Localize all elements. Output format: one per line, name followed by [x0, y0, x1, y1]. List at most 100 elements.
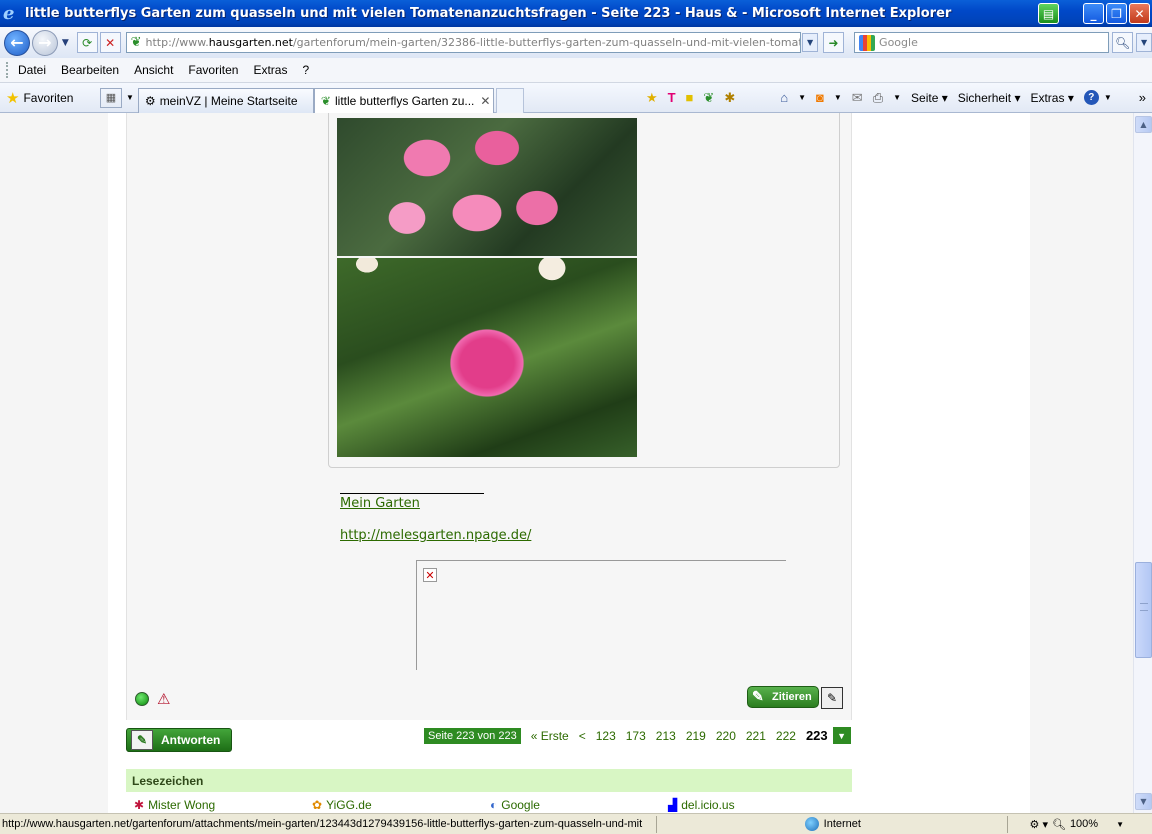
protected-mode-icon[interactable]: ⚙ ▾ [1030, 818, 1048, 831]
yigg-icon: ✿ [312, 798, 323, 812]
toolbar-extra-icon[interactable]: ▤ [1038, 3, 1059, 24]
current-page: 223 [805, 728, 828, 743]
search-button[interactable]: 🔍︎ [1112, 32, 1134, 53]
close-tab-icon[interactable]: ✕ [474, 94, 490, 108]
bookmark-mister-wong[interactable]: ✱ Mister Wong [134, 798, 215, 812]
status-bar: http://www.hausgarten.net/gartenforum/at… [0, 813, 1152, 834]
attachment-image-hydrangea[interactable] [337, 258, 637, 457]
address-bar[interactable]: ❦ http://www.hausgarten.net/gartenforum/… [125, 32, 802, 53]
reply-button[interactable]: ✎ Antworten [126, 728, 232, 752]
print-dropdown-icon[interactable]: ▼ [893, 93, 901, 102]
maximize-button[interactable]: ❐ [1106, 3, 1127, 24]
attachment-image-oleander[interactable] [337, 118, 637, 256]
rss-dropdown-icon[interactable]: ▼ [834, 93, 842, 102]
bee-icon[interactable]: ✱ [724, 90, 735, 106]
rss-icon[interactable]: ◙ [816, 90, 824, 105]
zoom-control[interactable]: 🔍︎ 100% ▼ [1052, 818, 1124, 831]
globe-icon [804, 817, 819, 831]
page-prev-link[interactable]: < [579, 729, 586, 743]
gear-icon: ⚙ [144, 93, 156, 108]
signature-link-homepage[interactable]: http://melesgarten.npage.de/ [340, 528, 531, 543]
stop-button[interactable]: ✕ [99, 32, 121, 53]
page-link-219[interactable]: 219 [686, 729, 706, 743]
seite-menu[interactable]: Seite ▾ [911, 91, 948, 105]
attachment-box [328, 113, 840, 468]
title-bar: e little butterflys Garten zum quasseln … [0, 0, 1152, 27]
minimize-button[interactable]: _ [1083, 3, 1104, 24]
help-dropdown-icon[interactable]: ▼ [1104, 93, 1112, 102]
menu-extras[interactable]: Extras [253, 63, 287, 77]
history-dropdown-icon[interactable]: ▼ [62, 38, 69, 48]
search-input[interactable]: Google [854, 32, 1110, 53]
bookmarks-list: ✱ Mister Wong ✿ YiGG.de ◐ Google ▟ del.i… [126, 792, 852, 813]
help-icon[interactable]: ? [1083, 90, 1099, 105]
menu-datei[interactable]: Datei [18, 63, 46, 77]
menu-ansicht[interactable]: Ansicht [134, 63, 173, 77]
extras-menu[interactable]: Extras ▾ [1030, 91, 1073, 105]
go-button[interactable]: ➜ [823, 32, 845, 53]
scroll-thumb[interactable] [1135, 562, 1152, 658]
bookmark-google[interactable]: ◐ Google [490, 798, 540, 812]
post-footer: ⚠ ✎ Zitieren ✎ [127, 680, 853, 720]
quick-tabs-icon[interactable]: ▦ [100, 87, 122, 108]
page-link-173[interactable]: 173 [626, 729, 646, 743]
menu-favoriten[interactable]: Favoriten [188, 63, 238, 77]
close-button[interactable]: ✕ [1129, 3, 1150, 24]
broken-image-icon: ✕ [423, 568, 437, 582]
quote-button[interactable]: ✎ Zitieren [747, 686, 819, 708]
back-button[interactable]: ← [4, 29, 30, 56]
page-viewport: Mein Garten http://melesgarten.npage.de/… [0, 113, 1133, 813]
vertical-scrollbar[interactable]: ▲ ▼ [1133, 113, 1152, 813]
new-tab-button[interactable] [495, 87, 524, 113]
status-separator [1006, 815, 1008, 833]
signature-link-mein-garten[interactable]: Mein Garten [340, 496, 420, 511]
scroll-up-button[interactable]: ▲ [1135, 116, 1152, 133]
home-icon[interactable]: ⌂ [780, 90, 788, 105]
menu-help[interactable]: ? [302, 63, 309, 77]
site-favicon-icon[interactable]: ❦ [703, 90, 714, 106]
ie-logo-icon: e [3, 2, 15, 24]
menu-bearbeiten[interactable]: Bearbeiten [61, 63, 119, 77]
page-jump-dropdown-icon[interactable]: ▼ [832, 727, 851, 744]
home-dropdown-icon[interactable]: ▼ [798, 93, 806, 102]
multiquote-icon[interactable]: ✎ [821, 687, 843, 709]
scroll-down-button[interactable]: ▼ [1135, 793, 1152, 810]
sicherheit-menu[interactable]: Sicherheit ▾ [958, 91, 1021, 105]
tab-list-dropdown-icon[interactable]: ▼ [126, 93, 134, 102]
page-first-link[interactable]: « Erste [531, 729, 569, 743]
add-favorite-icon[interactable]: ★ [646, 90, 658, 106]
tab-meinvz[interactable]: ⚙ meinVZ | Meine Startseite [137, 87, 314, 113]
mail-icon[interactable]: ✉ [852, 90, 863, 106]
note-icon[interactable]: ■ [686, 90, 694, 105]
tab-bar: ★ Favoriten ▦ ▼ ⚙ meinVZ | Meine Startse… [0, 83, 1152, 113]
refresh-button[interactable]: ⟳ [76, 32, 98, 53]
favorites-button[interactable]: ★ Favoriten [6, 89, 90, 107]
telekom-icon[interactable]: T [668, 90, 676, 105]
tab-hausgarten[interactable]: ❦ little butterflys Garten zu... ✕ [313, 87, 494, 113]
page-link-222[interactable]: 222 [776, 729, 796, 743]
reply-icon: ✎ [131, 730, 153, 750]
report-post-icon[interactable]: ⚠ [157, 690, 170, 708]
site-favicon-icon: ❦ [320, 93, 331, 108]
mister-wong-icon: ✱ [134, 798, 145, 812]
page-link-221[interactable]: 221 [746, 729, 766, 743]
tab-label: meinVZ | Meine Startseite [159, 93, 298, 108]
search-options-icon[interactable]: ▼ [1136, 33, 1152, 52]
zoom-dropdown-icon[interactable]: ▼ [1116, 820, 1124, 829]
address-dropdown-icon[interactable]: ▼ [802, 33, 819, 52]
chevron-more-icon[interactable]: » [1139, 90, 1146, 105]
print-icon[interactable]: ⎙ [873, 90, 883, 106]
google-icon: ◐ [490, 798, 498, 812]
page-link-123[interactable]: 123 [596, 729, 616, 743]
page-link-220[interactable]: 220 [716, 729, 736, 743]
bookmark-delicious[interactable]: ▟ del.icio.us [668, 798, 735, 812]
address-url[interactable]: http://www.hausgarten.net/gartenforum/me… [146, 36, 801, 49]
pagination: Seite 223 von 223 « Erste < 123 173 213 … [424, 726, 851, 745]
post-author-column [127, 113, 315, 720]
page-link-213[interactable]: 213 [656, 729, 676, 743]
security-zone: Internet [804, 817, 1005, 831]
forum-post: Mein Garten http://melesgarten.npage.de/… [126, 113, 852, 720]
bookmark-yigg[interactable]: ✿ YiGG.de [312, 798, 372, 812]
menu-bar: Datei Bearbeiten Ansicht Favoriten Extra… [0, 58, 1152, 83]
forward-button[interactable]: → [31, 29, 58, 56]
